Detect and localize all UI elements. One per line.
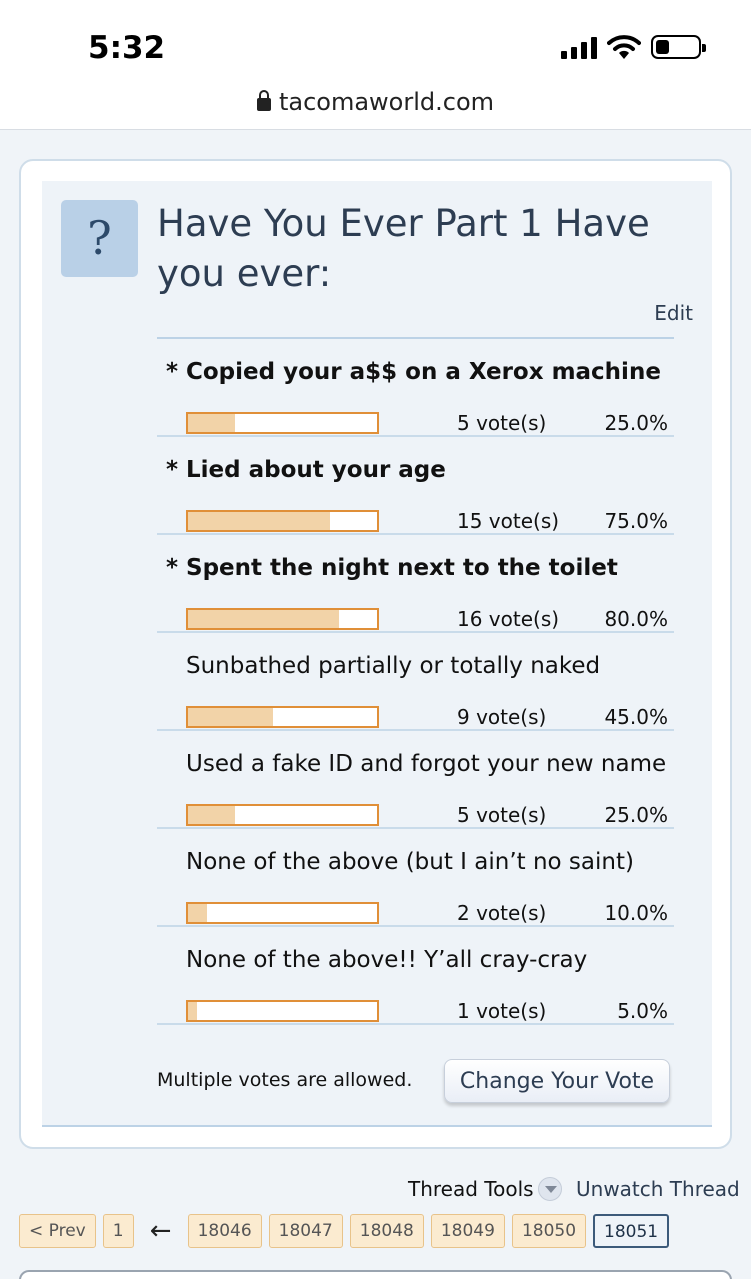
vote-percent: 25.0%: [604, 803, 668, 827]
url-text: tacomaworld.com: [278, 88, 495, 116]
poll-option-label: Used a fake ID and forgot your new name: [186, 751, 666, 777]
vote-percentage-bar: [186, 510, 379, 532]
first-page-button[interactable]: 1: [102, 1214, 134, 1248]
option-text: Spent the night next to the toilet: [186, 555, 618, 581]
page-jump-arrow: ←: [149, 1216, 172, 1246]
page-button[interactable]: 18050: [511, 1214, 587, 1248]
option-text: None of the above (but I ain’t no saint): [186, 849, 634, 875]
vote-count: 5 vote(s): [457, 411, 547, 435]
voted-marker: *: [166, 359, 179, 385]
poll-option: None of the above (but I ain’t no saint)…: [157, 829, 674, 927]
change-vote-button[interactable]: Change Your Vote: [444, 1059, 670, 1103]
clock: 5:32: [88, 30, 166, 66]
question-icon: ?: [61, 200, 138, 277]
page-button[interactable]: 18048: [349, 1214, 424, 1248]
vote-count: 1 vote(s): [457, 999, 547, 1023]
poll-container: ? Have You Ever Part 1 Have you ever: Ed…: [19, 159, 732, 1149]
option-text: Copied your a$$ on a Xerox machine: [186, 359, 661, 385]
vote-percentage-bar: [186, 706, 379, 728]
battery-icon: [651, 35, 706, 59]
vote-percent: 75.0%: [604, 509, 668, 533]
vote-percent: 5.0%: [617, 999, 668, 1023]
page-button[interactable]: 18046: [187, 1214, 262, 1248]
vote-percentage-bar: [186, 412, 379, 434]
poll-option: Sunbathed partially or totally naked 9 vo…: [157, 633, 674, 731]
poll-option: None of the above!! Y’all cray-cray 1 vot…: [157, 927, 674, 1025]
vote-percent: 80.0%: [604, 607, 668, 631]
signal-icon: [561, 35, 597, 59]
poll-option-label: * Copied your a$$ on a Xerox machine: [166, 359, 661, 385]
browser-status-bar: 5:32 tacomaworld.com: [0, 0, 751, 130]
vote-count: 16 vote(s): [457, 607, 560, 631]
vote-bar-fill: [188, 610, 339, 628]
address-bar[interactable]: tacomaworld.com: [0, 88, 751, 116]
poll-option: Used a fake ID and forgot your new name 5…: [157, 731, 674, 829]
vote-bar-fill: [188, 708, 273, 726]
vote-bar-fill: [188, 806, 235, 824]
poll-option-label: * Spent the night next to the toilet: [166, 555, 618, 581]
voted-marker: *: [166, 555, 179, 581]
status-icons: [561, 34, 706, 60]
page-button[interactable]: 18049: [430, 1214, 505, 1248]
vote-percentage-bar: [186, 608, 379, 630]
poll-option-label: Sunbathed partially or totally naked: [186, 653, 600, 679]
voted-marker: *: [166, 457, 179, 483]
pagination: < Prev 1 ← 18046 18047 18048 18049 18050 1805…: [19, 1214, 670, 1248]
poll-title: Have You Ever Part 1 Have you ever:: [157, 202, 650, 295]
vote-percentage-bar: [186, 902, 379, 924]
option-text: Sunbathed partially or totally naked: [186, 653, 601, 679]
poll-option: * Lied about your age 15 vote(s) 75.0%: [157, 437, 674, 535]
poll-option-label: * Lied about your age: [166, 457, 446, 483]
thread-tools-menu[interactable]: Thread Tools: [408, 1177, 562, 1201]
vote-count: 9 vote(s): [457, 705, 547, 729]
next-section-edge: [19, 1270, 732, 1279]
edit-poll-link[interactable]: Edit: [654, 301, 693, 325]
vote-percent: 45.0%: [604, 705, 668, 729]
poll-panel: ? Have You Ever Part 1 Have you ever: Ed…: [42, 181, 712, 1127]
option-text: Lied about your age: [186, 457, 446, 483]
vote-bar-fill: [188, 512, 330, 530]
vote-count: 5 vote(s): [457, 803, 547, 827]
vote-bar-fill: [188, 904, 207, 922]
poll-option: * Copied your a$$ on a Xerox machine 5 vot…: [157, 339, 674, 437]
page-button[interactable]: 18047: [268, 1214, 343, 1248]
vote-count: 15 vote(s): [457, 509, 560, 533]
vote-percent: 25.0%: [604, 411, 668, 435]
option-text: None of the above!! Y’all cray-cray: [186, 947, 588, 973]
wifi-icon: [607, 35, 641, 59]
lock-icon: [256, 90, 271, 111]
dropdown-arrow-icon: [537, 1177, 562, 1201]
current-page-button[interactable]: 18051: [593, 1214, 670, 1248]
vote-percent: 10.0%: [604, 901, 668, 925]
vote-count: 2 vote(s): [457, 901, 547, 925]
thread-tools-label: Thread Tools: [408, 1177, 534, 1201]
multiple-votes-note: Multiple votes are allowed.: [157, 1069, 413, 1091]
vote-percentage-bar: [186, 1000, 379, 1022]
option-text: Used a fake ID and forgot your new name: [186, 751, 667, 777]
vote-percentage-bar: [186, 804, 379, 826]
poll-option-label: None of the above (but I ain’t no saint): [186, 849, 634, 875]
vote-bar-fill: [188, 1002, 197, 1020]
poll-option: * Spent the night next to the toilet 16 vo…: [157, 535, 674, 633]
vote-bar-fill: [188, 414, 235, 432]
prev-page-button[interactable]: < Prev: [19, 1214, 96, 1248]
poll-option-label: None of the above!! Y’all cray-cray: [186, 947, 587, 973]
unwatch-thread-link[interactable]: Unwatch Thread: [576, 1177, 740, 1201]
